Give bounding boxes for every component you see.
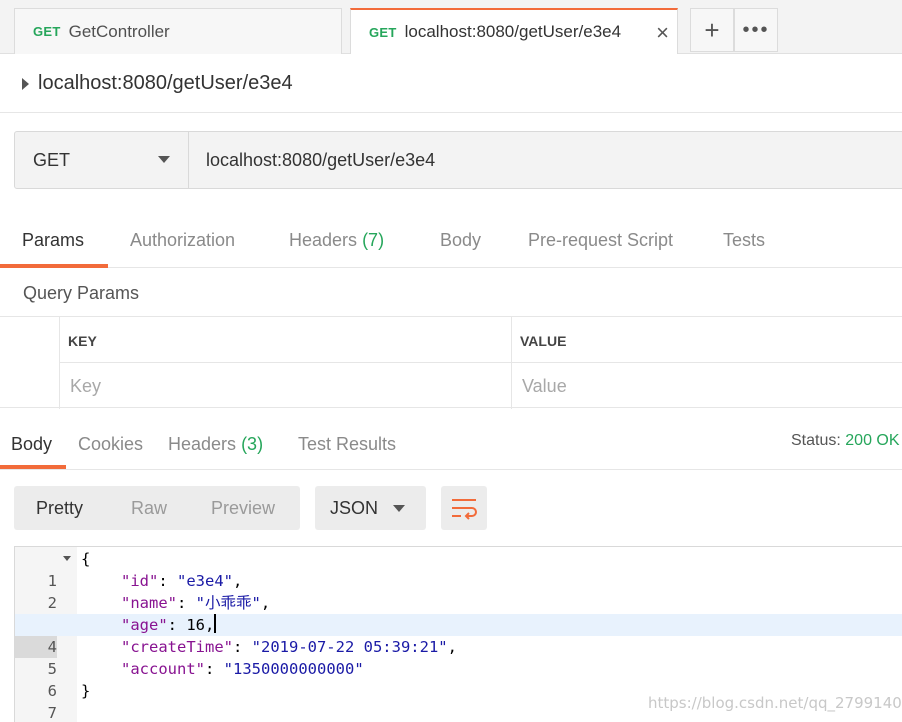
request-tabs: Params Authorization Headers (7) Body Pr… — [0, 218, 902, 268]
wrap-lines-button[interactable] — [441, 486, 487, 530]
url-value: localhost:8080/getUser/e3e4 — [206, 149, 436, 170]
code-text: "account": "1350000000000" — [121, 660, 364, 678]
request-name[interactable]: localhost:8080/getUser/e3e4 — [22, 72, 293, 95]
more-tabs-button[interactable]: ••• — [734, 8, 778, 52]
status-value: 200 OK — [845, 432, 900, 449]
json-key: "id" — [121, 572, 159, 590]
column-header-value: VALUE — [520, 333, 567, 349]
view-preview-button[interactable]: Preview — [211, 498, 275, 519]
response-tabs: Body Cookies Headers (3) Test Results St… — [0, 420, 902, 470]
response-headers-count: (3) — [241, 434, 264, 454]
method-value: GET — [33, 149, 71, 170]
watermark: https://blog.csdn.net/qq_27991405 — [648, 694, 902, 712]
new-tab-button[interactable]: + — [690, 8, 734, 52]
column-header-key: KEY — [68, 333, 97, 349]
tab-pre-request-script[interactable]: Pre-request Script — [528, 230, 673, 251]
format-value: JSON — [330, 498, 379, 518]
active-tab-indicator — [0, 264, 108, 268]
tab-title: GetController — [68, 21, 170, 41]
json-string: "小乖乖" — [195, 594, 261, 612]
code-line: 6 "account": "1350000000000" — [15, 658, 902, 700]
tab-test-results[interactable]: Test Results — [298, 434, 396, 455]
tab-method-badge: GET — [369, 24, 397, 40]
code-text: "name": "小乖乖", — [121, 594, 271, 612]
code-line-highlighted: 4 "age": 16, — [15, 614, 902, 658]
tab-bar: GET GetController GET localhost:8080/get… — [0, 0, 902, 54]
view-raw-button[interactable]: Raw — [131, 498, 167, 519]
code-line: 1 { — [15, 548, 902, 590]
url-input[interactable]: localhost:8080/getUser/e3e4 — [190, 132, 902, 188]
json-key: "account" — [121, 660, 205, 678]
tab-cookies[interactable]: Cookies — [78, 434, 143, 455]
tab-method-badge: GET — [33, 24, 61, 39]
query-params-title: Query Params — [23, 283, 140, 303]
code-line: 5 "createTime": "2019-07-22 05:39:21", — [15, 636, 902, 678]
plus-icon: + — [704, 14, 720, 45]
fold-arrow-icon[interactable] — [63, 556, 71, 561]
tab-response-body[interactable]: Body — [11, 434, 52, 455]
json-string: "2019-07-22 05:39:21" — [251, 638, 448, 656]
tab-body[interactable]: Body — [440, 230, 481, 251]
format-select[interactable]: JSON — [315, 486, 426, 530]
more-icon: ••• — [742, 18, 770, 41]
line-number: 7 — [47, 704, 57, 722]
code-text: "id": "e3e4", — [121, 572, 243, 590]
expand-triangle-icon[interactable] — [22, 77, 29, 90]
response-status: Status: 200 OK — [791, 432, 900, 450]
json-key: "age" — [121, 616, 168, 634]
tab-headers-label: Headers — [289, 230, 358, 250]
code-line: 2 "id": "e3e4", — [15, 570, 902, 612]
tab-title: localhost:8080/getUser/e3e4 — [404, 22, 622, 41]
text-cursor — [214, 614, 217, 633]
close-icon[interactable]: × — [656, 20, 669, 46]
param-key-input[interactable]: Key — [70, 376, 101, 397]
tab-authorization[interactable]: Authorization — [130, 230, 235, 251]
code-text: "createTime": "2019-07-22 05:39:21", — [121, 638, 457, 656]
active-tab-indicator — [0, 465, 66, 469]
request-name-label: localhost:8080/getUser/e3e4 — [38, 72, 293, 94]
tab-tests[interactable]: Tests — [723, 230, 765, 251]
code-text: { — [81, 550, 91, 568]
json-key: "createTime" — [121, 638, 233, 656]
chevron-down-icon — [158, 156, 170, 163]
view-mode-segmented: Pretty Raw Preview — [14, 486, 300, 530]
method-select[interactable]: GET — [15, 132, 189, 188]
json-number: 16 — [186, 616, 206, 634]
tab-response-headers[interactable]: Headers (3) — [168, 434, 263, 455]
tab-getcontroller[interactable]: GET GetController — [14, 8, 342, 54]
json-string: "1350000000000" — [223, 660, 364, 678]
tab-getuser[interactable]: GET localhost:8080/getUser/e3e4 × — [350, 8, 678, 54]
json-string: "e3e4" — [177, 572, 233, 590]
code-line: 3 "name": "小乖乖", — [15, 592, 902, 634]
tab-response-headers-label: Headers — [168, 434, 237, 454]
tab-headers[interactable]: Headers (7) — [289, 230, 384, 251]
json-key: "name" — [121, 594, 177, 612]
status-label: Status: — [791, 432, 841, 449]
headers-count: (7) — [362, 230, 385, 250]
chevron-down-icon — [393, 505, 405, 512]
tab-params[interactable]: Params — [22, 230, 84, 251]
code-text: "age": 16, — [121, 614, 217, 634]
query-params-table: KEY VALUE Key Value — [0, 316, 902, 409]
code-text: } — [81, 682, 91, 700]
wrap-lines-icon — [452, 499, 477, 520]
param-value-input[interactable]: Value — [522, 376, 567, 397]
divider — [0, 112, 902, 113]
url-bar: GET localhost:8080/getUser/e3e4 — [14, 131, 902, 189]
view-pretty-button[interactable]: Pretty — [36, 498, 83, 519]
